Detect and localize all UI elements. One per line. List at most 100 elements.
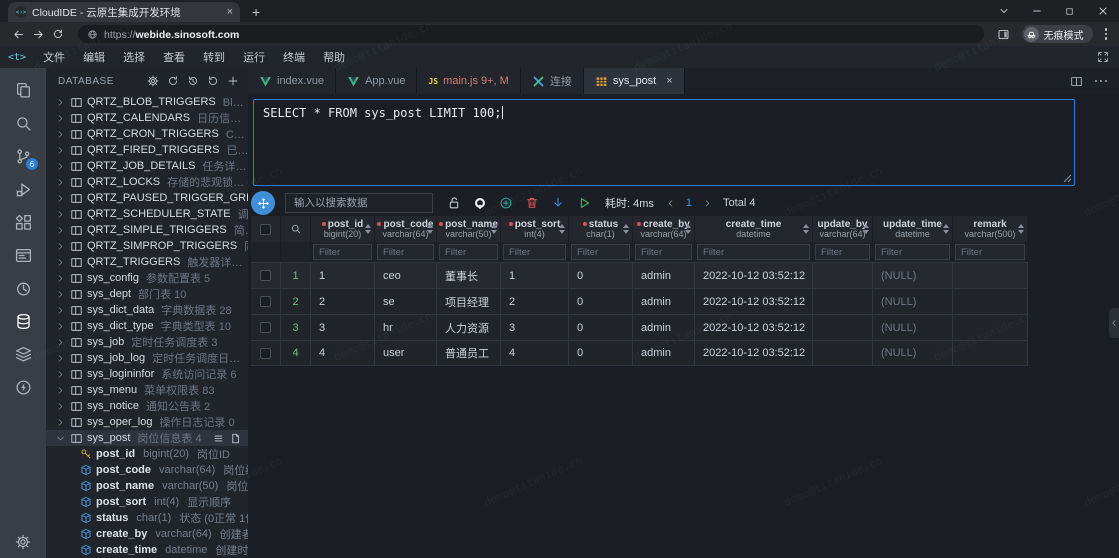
filter-input[interactable]: Filter: [815, 244, 870, 260]
delete-record-icon[interactable]: [525, 196, 539, 210]
cell-create-by[interactable]: admin: [633, 262, 695, 288]
tree-table-sys-job[interactable]: sys_job定时任务调度表 3: [46, 334, 248, 350]
cell-create-by[interactable]: admin: [633, 314, 695, 340]
preview-icon[interactable]: [0, 239, 46, 272]
cell-post-name[interactable]: 人力资源: [437, 314, 501, 340]
tree-table-sys-logininfor[interactable]: sys_logininfor系统访问记录 6: [46, 366, 248, 382]
window-close-icon[interactable]: [1086, 0, 1119, 22]
tree-table-sys-job-log[interactable]: sys_job_log定时任务调度日志表 0: [46, 350, 248, 366]
tree-table-sys-dict-data[interactable]: sys_dict_data字典数据表 28: [46, 302, 248, 318]
chevron-right-icon[interactable]: [56, 258, 66, 267]
menu-item-[interactable]: 帮助: [314, 49, 354, 65]
chevron-right-icon[interactable]: [56, 178, 66, 187]
cell-update-time[interactable]: (NULL): [873, 314, 953, 340]
prev-page-icon[interactable]: [666, 199, 675, 208]
chevron-right-icon[interactable]: [56, 386, 66, 395]
menu-item-[interactable]: 选择: [114, 49, 154, 65]
chevron-right-icon[interactable]: [56, 130, 66, 139]
panel-sync-icon[interactable]: [167, 75, 179, 87]
new-tab-button[interactable]: +: [252, 5, 260, 19]
row-checkbox[interactable]: [260, 296, 271, 307]
tree-table-qrtz-simprop-triggers[interactable]: QRTZ_SIMPROP_TRIGGERS同步机...: [46, 238, 248, 254]
row-select-cell[interactable]: [251, 288, 281, 314]
tree-table-sys-oper-log[interactable]: sys_oper_log操作日志记录 0: [46, 414, 248, 430]
sort-carets-icon[interactable]: [427, 224, 433, 234]
cell-remark[interactable]: [953, 314, 1028, 340]
tab-[interactable]: 连接: [521, 68, 584, 94]
extensions-icon[interactable]: [0, 206, 46, 239]
more-actions-icon[interactable]: [1095, 80, 1108, 83]
cell-remark[interactable]: [953, 288, 1028, 314]
tree-table-sys-dict-type[interactable]: sys_dict_type字典类型表 10: [46, 318, 248, 334]
next-page-icon[interactable]: [703, 199, 712, 208]
chevron-right-icon[interactable]: [56, 354, 66, 363]
settings-gear-icon[interactable]: [0, 534, 46, 550]
cell-create-by[interactable]: admin: [633, 288, 695, 314]
bolt-icon[interactable]: [0, 371, 46, 404]
panel-settings-icon[interactable]: [147, 75, 159, 87]
chevron-right-icon[interactable]: [56, 402, 66, 411]
tree-column-post-sort[interactable]: post_sortint(4)显示顺序: [46, 494, 248, 510]
tree-column-create-by[interactable]: create_byvarchar(64)创建者: [46, 526, 248, 542]
column-header-post-name[interactable]: post_namevarchar(50): [437, 216, 501, 242]
menu-item-[interactable]: 转到: [194, 49, 234, 65]
browser-tab[interactable]: <›> CloudIDE - 云原生集成开发环境 ×: [8, 2, 240, 22]
sort-carets-icon[interactable]: [863, 224, 869, 234]
cell-post-code[interactable]: se: [375, 288, 437, 314]
filter-input[interactable]: Filter: [635, 244, 692, 260]
tree-table-qrtz-fired-triggers[interactable]: QRTZ_FIRED_TRIGGERS已触发的触...: [46, 142, 248, 158]
filter-input[interactable]: Filter: [439, 244, 498, 260]
column-header-create-by[interactable]: create_byvarchar(64): [633, 216, 695, 242]
tree-table-sys-config[interactable]: sys_config参数配置表 5: [46, 270, 248, 286]
reload-icon[interactable]: [48, 28, 68, 40]
chevron-down-icon[interactable]: [56, 434, 66, 443]
tree-table-qrtz-triggers[interactable]: QRTZ_TRIGGERS触发器详细信息表 3: [46, 254, 248, 270]
select-all-cell[interactable]: [251, 216, 281, 242]
cell-post-id[interactable]: 4: [311, 340, 375, 366]
files-icon[interactable]: [0, 74, 46, 107]
filter-input[interactable]: Filter: [313, 244, 372, 260]
cell-status[interactable]: 0: [569, 340, 633, 366]
cell-post-name[interactable]: 项目经理: [437, 288, 501, 314]
cell-status[interactable]: 0: [569, 314, 633, 340]
sort-carets-icon[interactable]: [803, 224, 809, 234]
search-input[interactable]: [285, 193, 433, 213]
chevron-right-icon[interactable]: [56, 162, 66, 171]
window-chevron-icon[interactable]: [987, 0, 1020, 22]
cell-create-time[interactable]: 2022-10-12 03:52:12: [695, 314, 813, 340]
panel-refresh-icon[interactable]: [207, 75, 219, 87]
cell-create-time[interactable]: 2022-10-12 03:52:12: [695, 262, 813, 288]
filter-input[interactable]: Filter: [955, 244, 1025, 260]
menu-item-[interactable]: 查看: [154, 49, 194, 65]
tree-table-sys-menu[interactable]: sys_menu菜单权限表 83: [46, 382, 248, 398]
cell-post-sort[interactable]: 2: [501, 288, 569, 314]
chevron-right-icon[interactable]: [56, 194, 66, 203]
column-header-create-time[interactable]: create_timedatetime: [695, 216, 813, 242]
cell-post-sort[interactable]: 1: [501, 262, 569, 288]
window-minimize-icon[interactable]: [1020, 0, 1053, 22]
row-select-cell[interactable]: [251, 340, 281, 366]
cell-status[interactable]: 0: [569, 288, 633, 314]
cell-status[interactable]: 0: [569, 262, 633, 288]
url-bar[interactable]: https://webide.sinosoft.com: [78, 25, 984, 43]
browser-menu-icon[interactable]: [1101, 28, 1112, 40]
current-page[interactable]: 1: [686, 197, 692, 209]
forward-icon[interactable]: [28, 28, 48, 41]
tree-table-qrtz-simple-triggers[interactable]: QRTZ_SIMPLE_TRIGGERS简单触发...: [46, 222, 248, 238]
cell-update-time[interactable]: (NULL): [873, 340, 953, 366]
back-icon[interactable]: [8, 28, 28, 41]
tab-main-js-9-m[interactable]: JSmain.js 9+, M: [417, 68, 520, 94]
row-checkbox[interactable]: [260, 270, 271, 281]
sort-carets-icon[interactable]: [943, 224, 949, 234]
filter-input[interactable]: Filter: [697, 244, 810, 260]
cell-update-time[interactable]: (NULL): [873, 288, 953, 314]
cell-update-by[interactable]: [813, 288, 873, 314]
select-all-checkbox[interactable]: [260, 224, 271, 235]
layers-icon[interactable]: [0, 338, 46, 371]
tree-table-sys-notice[interactable]: sys_notice通知公告表 2: [46, 398, 248, 414]
cell-update-by[interactable]: [813, 340, 873, 366]
chevron-right-icon[interactable]: [56, 418, 66, 427]
tree-column-status[interactable]: statuschar(1)状态 (0正常 1停用): [46, 510, 248, 526]
cell-update-time[interactable]: (NULL): [873, 262, 953, 288]
sort-carets-icon[interactable]: [623, 224, 629, 234]
